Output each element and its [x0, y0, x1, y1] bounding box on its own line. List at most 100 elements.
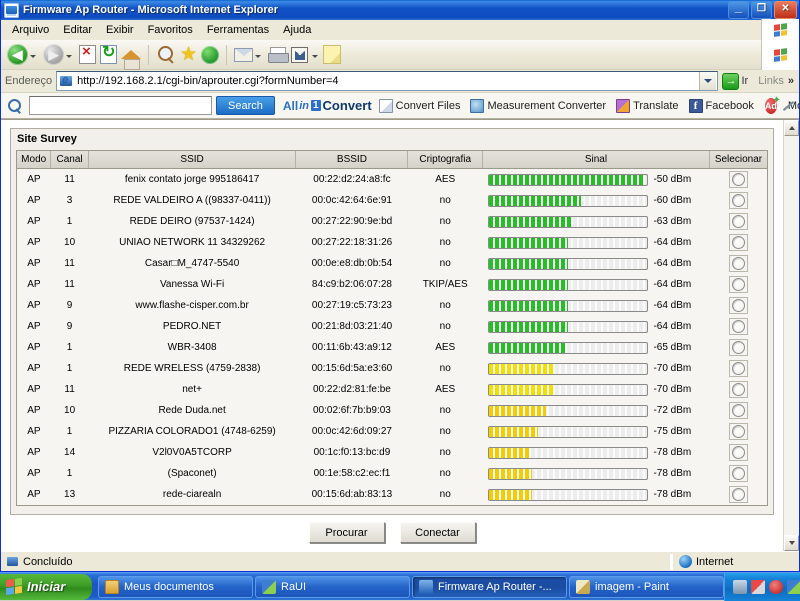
mail-dropdown-icon[interactable]: [255, 55, 261, 58]
table-row[interactable]: AP1REDE DEIRO (97537-1424)00:27:22:90:9e…: [17, 211, 767, 232]
table-row[interactable]: AP10UNIAO NETWORK 11 3432926200:27:22:18…: [17, 232, 767, 253]
table-row[interactable]: AP9www.flashe-cisper.com.br00:27:19:c5:7…: [17, 295, 767, 316]
back-dropdown-icon[interactable]: [30, 55, 36, 58]
select-radio[interactable]: [729, 486, 748, 503]
search-button[interactable]: [154, 45, 178, 65]
taskbar-item-imagem-paint[interactable]: imagem - Paint: [569, 576, 724, 598]
select-radio[interactable]: [729, 423, 748, 440]
search-submit-button[interactable]: Search: [216, 96, 275, 115]
table-row[interactable]: AP11Casar□M_4747-554000:0e:e8:db:0b:54no…: [17, 253, 767, 274]
cell-ssid: Vanessa Wi-Fi: [88, 274, 296, 295]
refresh-icon: [100, 45, 117, 64]
select-radio[interactable]: [729, 465, 748, 482]
column-header-bssid: BSSID: [296, 151, 408, 169]
table-row[interactable]: AP10Rede Duda.net00:02:6f:7b:b9:03no-72 …: [17, 400, 767, 421]
ralink-tray-icon[interactable]: [787, 580, 800, 594]
edit-dropdown-icon[interactable]: [312, 55, 318, 58]
menu-item-ferramentas[interactable]: Ferramentas: [200, 22, 276, 38]
taskbar-item-meus-documentos[interactable]: Meus documentos: [98, 576, 253, 598]
table-row[interactable]: AP11net+00:22:d2:81:fe:beAES-70 dBm: [17, 379, 767, 400]
back-button[interactable]: ◀: [5, 44, 41, 65]
cell-selecionar: [709, 211, 767, 232]
table-row[interactable]: AP3REDE VALDEIRO A ((98337-0411))00:0c:4…: [17, 190, 767, 211]
wireless-icon[interactable]: [751, 580, 765, 594]
select-radio[interactable]: [729, 402, 748, 419]
favorites-button[interactable]: ★: [178, 45, 199, 64]
ralink-icon: [262, 580, 276, 594]
menu-item-ajuda[interactable]: Ajuda: [276, 22, 318, 38]
scroll-up-button[interactable]: [784, 120, 799, 136]
print-button[interactable]: [266, 47, 289, 62]
conectar-button[interactable]: Conectar: [400, 522, 476, 543]
home-button[interactable]: [119, 50, 143, 59]
address-input[interactable]: http://192.168.2.1/cgi-bin/aprouter.cgi?…: [56, 71, 718, 91]
table-row[interactable]: AP11fenix contato jorge 99518641700:22:d…: [17, 169, 767, 191]
select-radio[interactable]: [729, 213, 748, 230]
facebook-button[interactable]: f Facebook: [686, 99, 757, 113]
convert-files-button[interactable]: Convert Files: [376, 99, 464, 113]
select-radio[interactable]: [729, 360, 748, 377]
table-row[interactable]: AP14V2l0V0A5TCORP00:1c:f0:13:bc:d9no-78 …: [17, 442, 767, 463]
notes-button[interactable]: [321, 45, 343, 64]
edit-button[interactable]: [289, 47, 310, 63]
page-scrollbar[interactable]: [783, 120, 799, 551]
cell-canal: 1: [51, 337, 88, 358]
network-icon[interactable]: [733, 580, 747, 594]
menu-item-favoritos[interactable]: Favoritos: [141, 22, 200, 38]
cell-ssid: UNIAO NETWORK 11 34329262: [88, 232, 296, 253]
antivirus-icon[interactable]: [769, 580, 783, 594]
table-row[interactable]: AP9PEDRO.NET00:21:8d:03:21:40no-64 dBm: [17, 316, 767, 337]
menu-item-arquivo[interactable]: Arquivo: [5, 22, 56, 38]
select-radio[interactable]: [729, 192, 748, 209]
address-dropdown-button[interactable]: [699, 72, 716, 90]
action-buttons: Procurar Conectar: [10, 515, 774, 551]
measurement-converter-button[interactable]: Measurement Converter: [467, 99, 609, 113]
maximize-button[interactable]: ❐: [751, 1, 772, 19]
cell-criptografia: no: [408, 211, 482, 232]
table-row[interactable]: AP1PIZZARIA COLORADO1 (4748-6259)00:0c:4…: [17, 421, 767, 442]
go-button[interactable]: → Ir: [718, 73, 754, 90]
forward-button[interactable]: ▶: [41, 44, 77, 65]
notes-icon: [323, 45, 341, 64]
table-row[interactable]: AP1WBR-340800:11:6b:43:a9:12AES-65 dBm: [17, 337, 767, 358]
menu-item-exibir[interactable]: Exibir: [99, 22, 141, 38]
refresh-button[interactable]: [98, 45, 119, 64]
scroll-down-button[interactable]: [784, 535, 799, 551]
select-radio[interactable]: [729, 276, 748, 293]
mail-button[interactable]: [232, 48, 266, 62]
close-button[interactable]: ✕: [774, 1, 797, 19]
table-row[interactable]: AP11Vanessa Wi-Fi84:c9:b2:06:07:28TKIP/A…: [17, 274, 767, 295]
toolbar-divider: [148, 45, 149, 65]
menu-item-editar[interactable]: Editar: [56, 22, 99, 38]
forward-dropdown-icon[interactable]: [66, 55, 72, 58]
select-radio[interactable]: [729, 318, 748, 335]
stop-button[interactable]: [77, 45, 98, 64]
signal-bar: [488, 279, 648, 291]
cell-selecionar: [709, 274, 767, 295]
search-input[interactable]: [29, 96, 212, 115]
taskbar-item-raui[interactable]: RaUI: [255, 576, 410, 598]
taskbar-item-firmware-ap-router[interactable]: Firmware Ap Router -...: [412, 576, 567, 598]
select-radio[interactable]: [729, 381, 748, 398]
address-bar: Endereço http://192.168.2.1/cgi-bin/apro…: [1, 70, 799, 93]
start-button[interactable]: Iniciar: [0, 574, 92, 600]
select-radio[interactable]: [729, 171, 748, 188]
menu-bar: Arquivo Editar Exibir Favoritos Ferramen…: [1, 20, 799, 40]
minimize-button[interactable]: _: [728, 1, 749, 19]
cell-sinal: -78 dBm: [482, 442, 709, 463]
toolbar-overflow-icon[interactable]: »: [788, 75, 799, 87]
table-row[interactable]: AP1(Spaconet)00:1e:58:c2:ec:f1no-78 dBm: [17, 463, 767, 484]
table-row[interactable]: AP1REDE WRELESS (4759-2838)00:15:6d:5a:e…: [17, 358, 767, 379]
select-radio[interactable]: [729, 297, 748, 314]
history-button[interactable]: [199, 46, 221, 64]
scrollbar-track[interactable]: [784, 136, 799, 535]
cell-bssid: 00:21:8d:03:21:40: [296, 316, 408, 337]
procurar-button[interactable]: Procurar: [309, 522, 385, 543]
select-radio[interactable]: [729, 234, 748, 251]
select-radio[interactable]: [729, 444, 748, 461]
select-radio[interactable]: [729, 255, 748, 272]
table-row[interactable]: AP13rede-ciarealn00:15:6d:ab:83:13no-78 …: [17, 484, 767, 505]
translate-button[interactable]: Translate: [613, 99, 681, 113]
select-radio[interactable]: [729, 339, 748, 356]
links-button[interactable]: Links: [754, 75, 788, 87]
